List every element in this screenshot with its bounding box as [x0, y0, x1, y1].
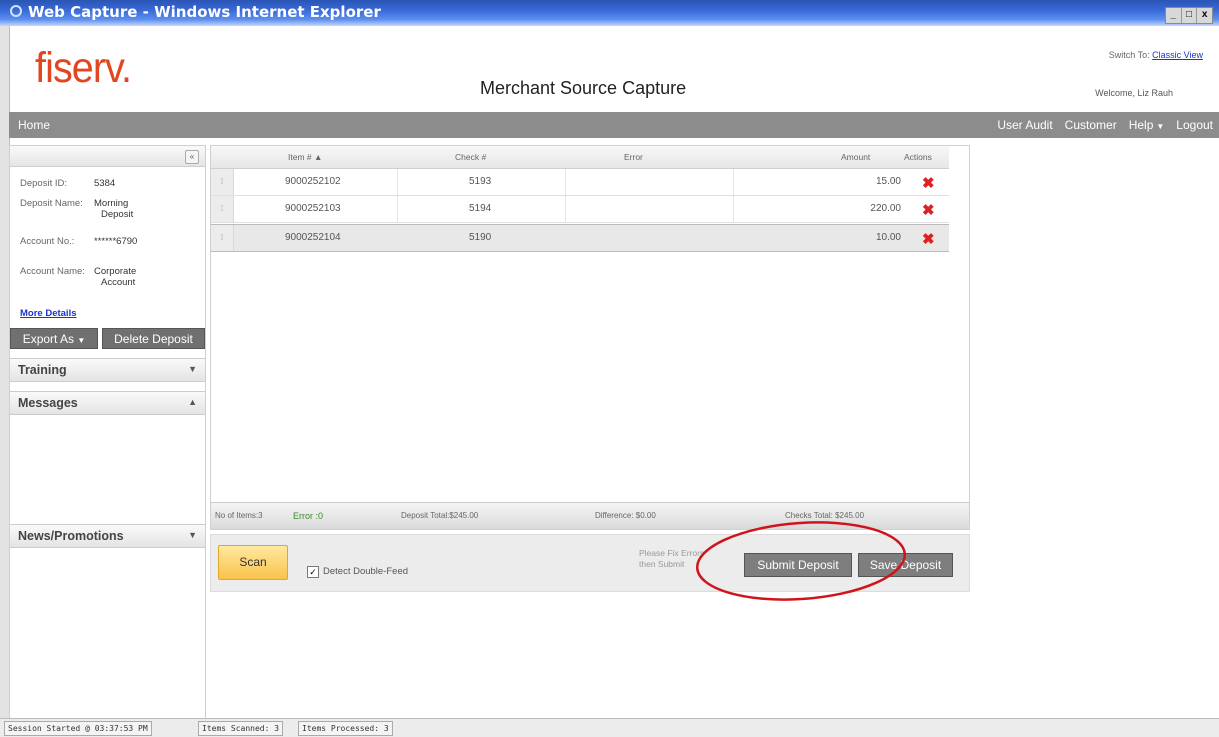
delete-icon[interactable]: ✖	[922, 201, 935, 219]
check-number: 5193	[469, 176, 492, 187]
row-handle[interactable]: ⁞	[211, 169, 234, 195]
cell-divider	[733, 169, 734, 195]
nav-logout[interactable]: Logout	[1176, 118, 1213, 132]
nav-user-audit[interactable]: User Audit	[997, 118, 1052, 132]
chevron-down-icon: ▼	[188, 364, 197, 374]
export-as-label: Export As	[22, 332, 75, 346]
check-number: 5190	[469, 232, 492, 243]
column-error[interactable]: Error	[624, 152, 643, 162]
cell-divider	[397, 225, 398, 251]
app-title: Merchant Source Capture	[480, 78, 687, 98]
more-details-link[interactable]: More Details	[20, 308, 77, 319]
cell-divider	[733, 196, 734, 222]
window-controls: _ □ x	[1165, 7, 1213, 24]
column-amount[interactable]: Amount	[841, 152, 870, 162]
check-number: 5194	[469, 203, 492, 214]
account-no-label: Account No.:	[20, 236, 75, 247]
training-title: Training	[18, 363, 67, 377]
detect-double-feed-checkbox[interactable]: ✓	[307, 566, 319, 578]
delete-deposit-button[interactable]: Delete Deposit	[102, 328, 205, 349]
account-name-label: Account Name:	[20, 266, 85, 277]
cell-divider	[397, 169, 398, 195]
account-name-line2: Account	[101, 277, 136, 288]
item-number: 9000252103	[285, 203, 341, 214]
nav-right: User Audit Customer Help ▼ Logout	[997, 118, 1213, 132]
chevron-down-icon: ▼	[1156, 122, 1165, 131]
nav-customer[interactable]: Customer	[1065, 118, 1117, 132]
cell-divider	[565, 196, 566, 222]
table-row[interactable]: ⁞ 9000252103 5194 220.00 ✖	[211, 196, 949, 223]
deposit-id-label: Deposit ID:	[20, 178, 67, 189]
status-bar: Session Started @ 03:37:53 PM Items Scan…	[0, 718, 1219, 737]
error-count: Error :0	[293, 511, 324, 521]
deposit-total: Deposit Total:$245.00	[401, 511, 479, 520]
items-processed-status: Items Processed: 3	[298, 721, 393, 736]
annotation-ellipse	[695, 521, 907, 601]
account-no-value: ******6790	[94, 236, 138, 247]
minimize-button[interactable]: _	[1166, 8, 1182, 23]
items-grid: Item # ▲ Check # Error Amount Actions ⁞ …	[210, 145, 970, 530]
nav-help[interactable]: Help ▼	[1129, 118, 1165, 132]
news-panel-header[interactable]: News/Promotions ▼	[10, 524, 205, 548]
items-count: No of Items:3	[215, 511, 263, 520]
grid-header: Item # ▲ Check # Error Amount Actions	[211, 146, 949, 169]
switch-label: Switch To:	[1108, 50, 1150, 60]
ie-icon	[10, 5, 22, 17]
deposit-id-value: 5384	[94, 178, 116, 189]
item-number: 9000252104	[285, 232, 341, 243]
chevron-down-icon: ▼	[77, 336, 86, 345]
deposit-name-label: Deposit Name:	[20, 198, 83, 209]
sidebar-header	[10, 146, 205, 167]
cell-divider	[565, 225, 566, 251]
item-number: 9000252102	[285, 176, 341, 187]
chevron-up-icon: ▲	[188, 397, 197, 407]
deposit-name-line2: Deposit	[101, 209, 134, 220]
checks-total: Checks Total: $245.00	[785, 511, 865, 520]
deposit-sidebar: « Deposit ID: 5384 Deposit Name: Morning…	[9, 145, 206, 719]
collapse-icon[interactable]: «	[185, 150, 199, 164]
nav-home[interactable]: Home	[18, 118, 50, 132]
export-as-button[interactable]: Export As ▼	[10, 328, 98, 349]
row-handle[interactable]: ⁞	[211, 196, 234, 222]
news-title: News/Promotions	[18, 529, 124, 543]
cell-divider	[733, 225, 734, 251]
training-panel-header[interactable]: Training ▼	[10, 358, 205, 382]
column-actions: Actions	[904, 152, 932, 162]
switch-view: Switch To: Classic View	[1109, 50, 1203, 60]
nav-bar: Home User Audit Customer Help ▼ Logout	[9, 112, 1219, 138]
session-status: Session Started @ 03:37:53 PM	[4, 721, 152, 736]
difference: Difference: $0.00	[595, 511, 656, 520]
fiserv-logo: fiserv.	[35, 44, 132, 92]
amount-cell: 220.00	[870, 203, 901, 214]
delete-icon[interactable]: ✖	[922, 174, 935, 192]
welcome-text: Welcome, Liz Rauh	[1095, 88, 1173, 98]
window-title: Web Capture - Windows Internet Explorer	[28, 3, 381, 21]
messages-title: Messages	[18, 396, 78, 410]
classic-view-link[interactable]: Classic View	[1152, 50, 1203, 60]
table-row[interactable]: ⁞ 9000252102 5193 15.00 ✖	[211, 169, 949, 196]
amount-cell: 10.00	[875, 232, 901, 243]
table-row-selected[interactable]: ⁞ 9000252104 5190 10.00 ✖	[211, 224, 949, 252]
column-check[interactable]: Check #	[455, 152, 486, 162]
amount-cell: 15.00	[875, 176, 901, 187]
nav-help-label: Help	[1128, 118, 1154, 132]
column-item[interactable]: Item # ▲	[288, 152, 322, 162]
scan-button[interactable]: Scan	[218, 545, 288, 580]
chevron-down-icon: ▼	[188, 530, 197, 540]
row-handle[interactable]: ⁞	[211, 225, 234, 251]
cell-divider	[397, 196, 398, 222]
close-button[interactable]: x	[1197, 8, 1212, 23]
maximize-button[interactable]: □	[1182, 8, 1198, 23]
delete-icon[interactable]: ✖	[922, 230, 935, 248]
items-scanned-status: Items Scanned: 3	[198, 721, 284, 736]
cell-divider	[565, 169, 566, 195]
window-title-bar: Web Capture - Windows Internet Explorer …	[0, 0, 1219, 26]
messages-panel-header[interactable]: Messages ▲	[10, 391, 205, 415]
detect-double-feed-label: Detect Double-Feed	[323, 566, 409, 577]
